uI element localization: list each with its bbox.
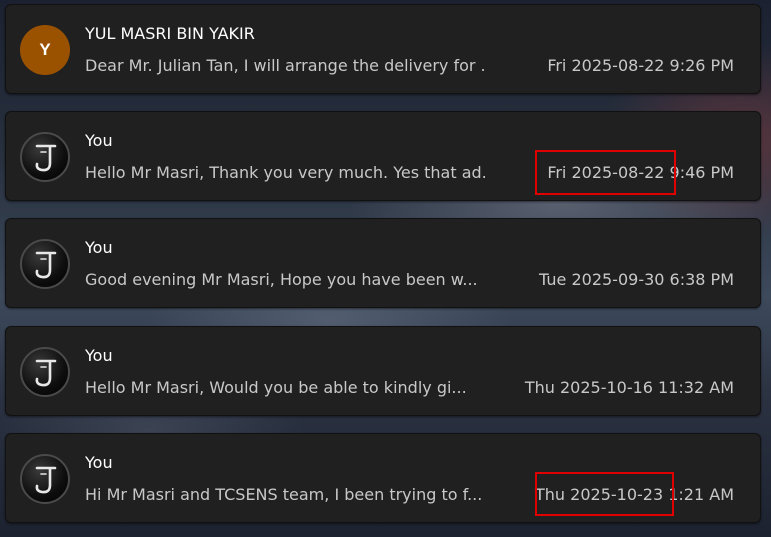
message-preview: Good evening Mr Masri, Hope you have bee…	[85, 270, 478, 289]
message-timestamp: Fri 2025-08-22 9:46 PM	[547, 163, 734, 182]
sender-name: You	[85, 238, 113, 257]
message-preview: Hi Mr Masri and TCSENS team, I been tryi…	[85, 485, 483, 504]
gothic-letter-j-icon	[35, 144, 57, 172]
sender-name: You	[85, 131, 113, 150]
gothic-letter-j-icon	[35, 359, 57, 387]
avatar	[20, 132, 70, 182]
avatar	[20, 454, 70, 504]
message-timestamp: Thu 2025-10-16 11:32 AM	[524, 378, 734, 397]
message-timestamp: Thu 2025-10-23 1:21 AM	[535, 485, 734, 504]
avatar	[20, 239, 70, 289]
message-preview: Dear Mr. Julian Tan, I will arrange the …	[85, 56, 485, 75]
avatar: Y	[20, 25, 70, 75]
message-item[interactable]: Y YUL MASRI BIN YAKIR Dear Mr. Julian Ta…	[5, 4, 761, 94]
message-item[interactable]: You Hello Mr Masri, Thank you very much.…	[5, 111, 761, 201]
sender-name: YUL MASRI BIN YAKIR	[85, 24, 255, 43]
message-preview: Hello Mr Masri, Thank you very much. Yes…	[85, 163, 485, 182]
message-timestamp: Fri 2025-08-22 9:26 PM	[547, 56, 734, 75]
gothic-letter-j-icon	[35, 251, 57, 279]
message-timestamp: Tue 2025-09-30 6:38 PM	[539, 270, 734, 289]
message-item[interactable]: You Good evening Mr Masri, Hope you have…	[5, 218, 761, 308]
sender-name: You	[85, 346, 113, 365]
gothic-letter-j-icon	[35, 466, 57, 494]
message-item[interactable]: You Hello Mr Masri, Would you be able to…	[5, 326, 761, 416]
avatar	[20, 347, 70, 397]
sender-name: You	[85, 453, 113, 472]
message-preview: Hello Mr Masri, Would you be able to kin…	[85, 378, 467, 397]
message-item[interactable]: You Hi Mr Masri and TCSENS team, I been …	[5, 433, 761, 523]
